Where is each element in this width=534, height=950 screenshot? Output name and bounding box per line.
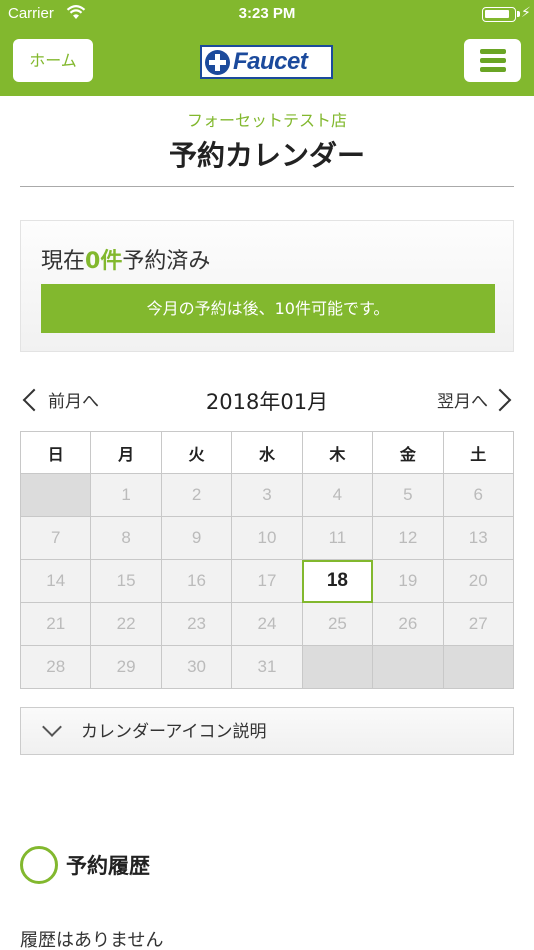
calendar-day[interactable]: 21 [19, 602, 92, 646]
logo-wordmark: Faucet [233, 48, 308, 75]
battery-icon [482, 7, 516, 22]
calendar-day[interactable]: 23 [160, 602, 233, 646]
calendar-day[interactable]: 26 [372, 602, 444, 646]
count-suffix: 予約済み [122, 249, 211, 274]
calendar-day[interactable]: 8 [90, 516, 162, 560]
history-circle-icon [20, 846, 58, 884]
title-divider [20, 186, 514, 187]
calendar-day[interactable]: 7 [19, 516, 92, 560]
calendar-day[interactable]: 29 [90, 645, 162, 689]
calendar-day[interactable]: 2 [160, 473, 233, 517]
calendar-day[interactable]: 5 [372, 473, 444, 517]
calendar-day[interactable]: 11 [301, 516, 374, 560]
calendar-day[interactable]: 17 [231, 559, 303, 603]
calendar-day[interactable]: 31 [231, 645, 303, 689]
chevron-down-icon [42, 717, 62, 737]
charging-bolt-icon: ⚡ [521, 5, 531, 21]
calendar-day[interactable]: 3 [231, 473, 303, 517]
weekday-header-row: 日 月 火 水 木 金 土 [19, 431, 515, 474]
calendar-day-today[interactable]: 18 [301, 559, 374, 603]
status-time: 3:23 PM [238, 5, 296, 22]
page-title: 予約カレンダー [168, 139, 365, 172]
calendar-day[interactable]: 14 [19, 559, 92, 603]
calendar-icon-legend-toggle[interactable]: カレンダーアイコン説明 [20, 707, 514, 755]
weekday-sat: 土 [442, 431, 515, 474]
weekday-wed: 水 [231, 431, 303, 474]
calendar-day[interactable]: 20 [442, 559, 515, 603]
home-button[interactable]: ホーム [13, 39, 93, 82]
status-bar: Carrier 3:23 PM ⚡ [0, 0, 534, 30]
history-empty-message: 履歴はありません [20, 930, 164, 950]
battery-tip [517, 11, 520, 17]
legend-label: カレンダーアイコン説明 [81, 722, 267, 742]
next-month-label: 翌月へ [437, 392, 488, 412]
calendar-day[interactable]: 9 [160, 516, 233, 560]
calendar-day[interactable]: 27 [442, 602, 515, 646]
weekday-sun: 日 [19, 431, 92, 474]
chevron-right-icon [488, 388, 512, 412]
history-title: 予約履歴 [66, 854, 150, 878]
calendar-day[interactable]: 13 [442, 516, 515, 560]
hamburger-icon-bar [480, 49, 506, 54]
calendar-empty-cell [19, 473, 92, 517]
weekday-mon: 月 [90, 431, 162, 474]
calendar-week-row: 14 15 16 17 18 19 20 [19, 559, 515, 603]
reservation-count-line: 現在0件予約済み [41, 243, 210, 275]
calendar-day[interactable]: 19 [372, 559, 444, 603]
count-prefix: 現在 [41, 249, 86, 274]
battery-fill [485, 10, 509, 18]
calendar-empty-cell [442, 645, 515, 689]
month-navigation: 前月へ 2018年01月 翌月へ [20, 382, 514, 422]
calendar-grid: 日 月 火 水 木 金 土 1 2 3 4 5 6 7 8 9 10 11 12 13 14 15 16 17 1… [19, 431, 515, 689]
calendar-day[interactable]: 1 [90, 473, 162, 517]
calendar-empty-cell [372, 645, 444, 689]
reservation-count: 0件 [85, 249, 123, 274]
calendar-day[interactable]: 30 [160, 645, 233, 689]
store-name: フォーセットテスト店 [186, 111, 347, 130]
weekday-thu: 木 [301, 431, 374, 474]
calendar-day[interactable]: 28 [19, 645, 92, 689]
calendar-day[interactable]: 6 [442, 473, 515, 517]
calendar-day[interactable]: 15 [90, 559, 162, 603]
hamburger-icon-bar [480, 58, 506, 63]
calendar-week-row: 7 8 9 10 11 12 13 [19, 516, 515, 560]
calendar-day[interactable]: 16 [160, 559, 233, 603]
calendar-day[interactable]: 25 [301, 602, 374, 646]
calendar-day[interactable]: 10 [231, 516, 303, 560]
calendar-empty-cell [301, 645, 374, 689]
hamburger-icon-bar [480, 67, 506, 72]
calendar-week-row: 123456 [19, 473, 515, 517]
calendar-week-row: 28 29 30 31 [19, 645, 515, 689]
calendar-day[interactable]: 24 [231, 602, 303, 646]
menu-button[interactable] [464, 39, 521, 82]
calendar-day[interactable]: 12 [372, 516, 444, 560]
weekday-tue: 火 [160, 431, 233, 474]
calendar-day[interactable]: 4 [301, 473, 374, 517]
app-header: Carrier 3:23 PM ⚡ ホーム Faucet [0, 0, 534, 96]
calendar-week-row: 21 22 23 24 25 26 27 [19, 602, 515, 646]
reservation-summary: 現在0件予約済み 今月の予約は後、10件可能です。 [20, 220, 514, 352]
weekday-fri: 金 [372, 431, 444, 474]
faucet-logo[interactable]: Faucet [200, 45, 333, 79]
next-month-button[interactable]: 翌月へ [437, 382, 514, 422]
logo-cross-icon [205, 50, 230, 75]
calendar-day[interactable]: 22 [90, 602, 162, 646]
remaining-reservations-banner: 今月の予約は後、10件可能です。 [41, 284, 495, 333]
